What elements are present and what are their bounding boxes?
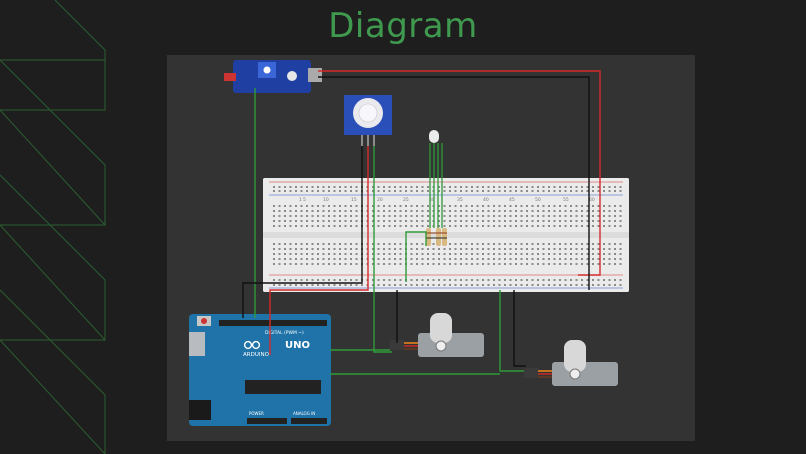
rgb-led-icon[interactable] [429, 130, 443, 228]
wire-green [499, 290, 524, 372]
sensor-led-icon [224, 73, 236, 81]
wire-green [405, 231, 427, 282]
sensor-module[interactable] [224, 60, 322, 93]
circuit-overlay [224, 60, 618, 386]
servo-motor-2[interactable] [524, 340, 618, 386]
sensor-pins [308, 68, 322, 82]
wire-black [513, 290, 526, 367]
servo-motor-1[interactable] [390, 313, 484, 357]
pir-sensor[interactable] [344, 95, 392, 146]
wires [242, 70, 601, 375]
resistor-icon [426, 228, 447, 246]
wire-black [242, 146, 363, 318]
wire-green [373, 146, 392, 353]
wire-red [269, 146, 369, 355]
